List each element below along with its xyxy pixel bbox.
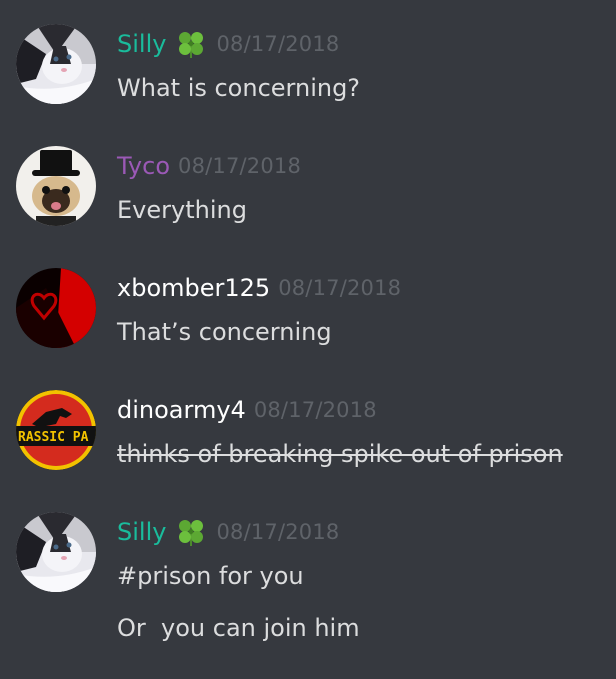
jurassic-park-logo-avatar-icon: RASSIC PA (16, 390, 96, 470)
cat-avatar-icon (16, 24, 96, 104)
avatar[interactable] (16, 146, 96, 226)
timestamp: 08/17/2018 (278, 276, 402, 300)
timestamp: 08/17/2018 (253, 398, 377, 422)
avatar[interactable] (16, 512, 96, 592)
timestamp: 08/17/2018 (178, 154, 302, 178)
timestamp: 08/17/2018 (216, 32, 340, 56)
message-text-strikethrough: thinks of breaking spike out of prison (117, 440, 563, 468)
pug-top-hat-avatar-icon (16, 146, 96, 226)
message-text: That’s concerning (117, 318, 332, 346)
four-leaf-clover-icon (174, 27, 208, 61)
chat-message-list: Silly 08/17/2018 What is concerning? Tyc… (0, 0, 616, 679)
username[interactable]: Tyco (117, 152, 170, 180)
username[interactable]: dinoarmy4 (117, 396, 246, 424)
red-heart-avatar-icon (16, 268, 96, 348)
cat-avatar-icon (16, 512, 96, 592)
four-leaf-clover-icon (174, 515, 208, 549)
jurassic-park-logo-text: RASSIC PA (18, 430, 89, 445)
timestamp: 08/17/2018 (216, 520, 340, 544)
message-text: Or you can join him (117, 614, 360, 642)
username[interactable]: Silly (117, 30, 166, 58)
message-text: What is concerning? (117, 74, 361, 102)
username[interactable]: xbomber125 (117, 274, 270, 302)
message-text: #prison for you (117, 562, 304, 590)
avatar[interactable] (16, 268, 96, 348)
avatar[interactable]: RASSIC PA (16, 390, 96, 470)
username[interactable]: Silly (117, 518, 166, 546)
message-text: Everything (117, 196, 247, 224)
avatar[interactable] (16, 24, 96, 104)
